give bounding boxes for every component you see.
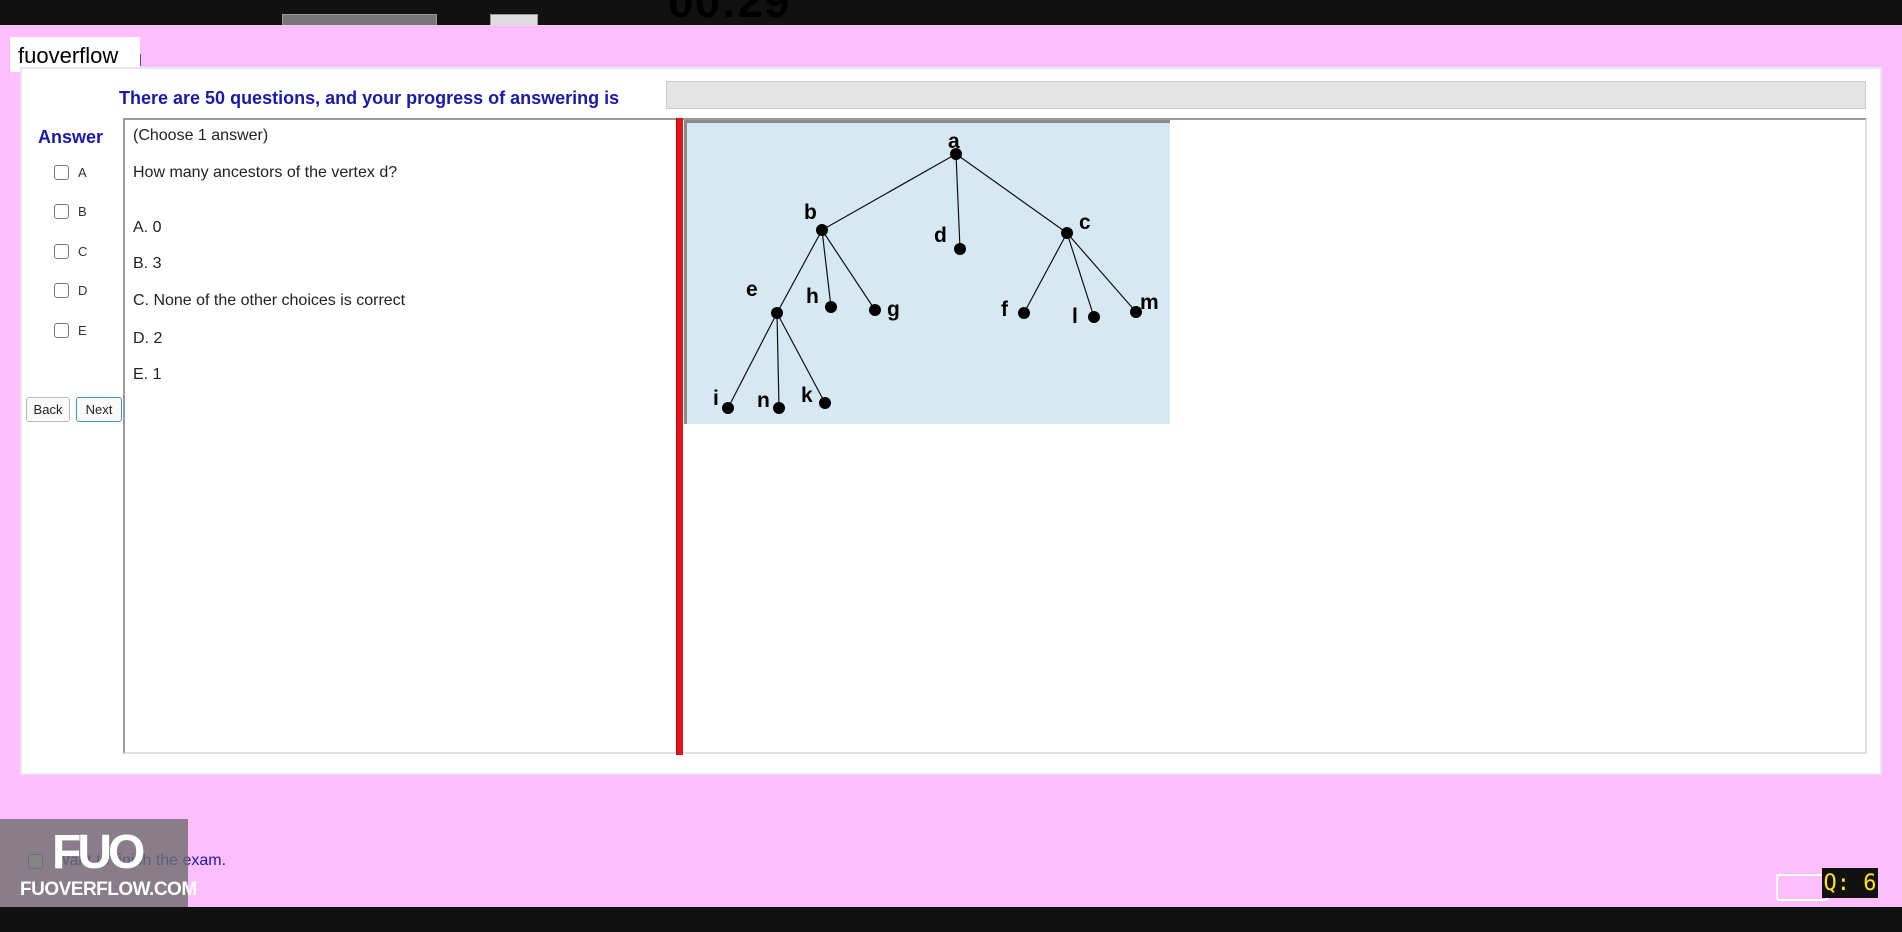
answer-option-d[interactable]: D (54, 281, 87, 299)
answer-option-label: E (78, 322, 87, 338)
tree-label-e: e (746, 278, 758, 301)
answer-title: Answer (38, 127, 104, 147)
back-button[interactable]: Back (26, 397, 70, 422)
tree-label-a: a (948, 130, 960, 153)
progress-label: There are 50 questions, and your progres… (119, 88, 620, 108)
tree-diagram: a b c d e h g f l m i n k (684, 120, 1170, 424)
tree-node (819, 397, 831, 409)
answer-option-label: C (78, 243, 88, 259)
checkbox-b[interactable] (54, 203, 69, 219)
tree-label-n: n (757, 389, 770, 412)
answer-option-label: D (78, 282, 88, 298)
tree-label-g: g (887, 298, 900, 321)
top-bar: 00:29 (0, 0, 1902, 25)
checkbox-c[interactable] (54, 243, 69, 259)
choice-b: B. 3 (133, 255, 162, 272)
tree-node (825, 301, 837, 313)
tree-label-f: f (1001, 298, 1009, 321)
tree-node (1018, 307, 1030, 319)
tree-node (869, 304, 881, 316)
progress-bar (666, 81, 1866, 109)
tree-label-b: b (804, 201, 817, 224)
checkbox-e[interactable] (54, 322, 69, 338)
question-indicator-frame (1776, 874, 1828, 901)
tree-node (773, 402, 785, 414)
tree-label-h: h (806, 285, 819, 308)
tree-node (816, 224, 828, 236)
question-indicator: Q: 6 (1822, 868, 1878, 898)
choice-a: A. 0 (133, 219, 162, 236)
tree-node (1088, 311, 1100, 323)
checkbox-d[interactable] (54, 282, 69, 298)
tree-label-l: l (1072, 305, 1078, 328)
fuoverflow-logo: FUO FUOVERFLOW.COM (0, 819, 197, 907)
question-instruction: (Choose 1 answer) (133, 127, 269, 144)
tree-node (771, 307, 783, 319)
text-cursor (140, 54, 141, 66)
tree-label-k: k (801, 384, 813, 407)
answer-option-c[interactable]: C (54, 242, 87, 260)
choice-c: C. None of the other choices is correct (133, 292, 406, 309)
choice-d: D. 2 (133, 330, 163, 347)
answer-option-label: A (78, 164, 87, 180)
logo-site: FUOVERFLOW.COM (20, 879, 197, 900)
exam-timer: 00:29 (668, 0, 791, 25)
next-button[interactable]: Next (76, 397, 122, 422)
tree-label-m: m (1140, 291, 1159, 314)
splitter-bar[interactable] (676, 118, 683, 755)
bottom-bar (0, 907, 1902, 932)
tree-label-d: d (934, 224, 947, 247)
tree-node (1061, 227, 1073, 239)
top-toolbar-small-widget[interactable] (490, 14, 538, 25)
answer-option-b[interactable]: B (54, 202, 87, 220)
logo-mark: FUO (52, 826, 145, 879)
question-text: How many ancestors of the vertex d? (133, 164, 398, 181)
choice-e: E. 1 (133, 366, 162, 383)
answer-option-label: B (78, 203, 87, 219)
top-toolbar-widget[interactable] (282, 14, 437, 25)
answer-option-e[interactable]: E (54, 321, 87, 339)
tree-node (954, 243, 966, 255)
answer-option-a[interactable]: A (54, 163, 87, 181)
tree-label-c: c (1079, 211, 1091, 234)
tree-label-i: i (713, 387, 719, 410)
checkbox-a[interactable] (54, 164, 69, 180)
tree-node (722, 402, 734, 414)
